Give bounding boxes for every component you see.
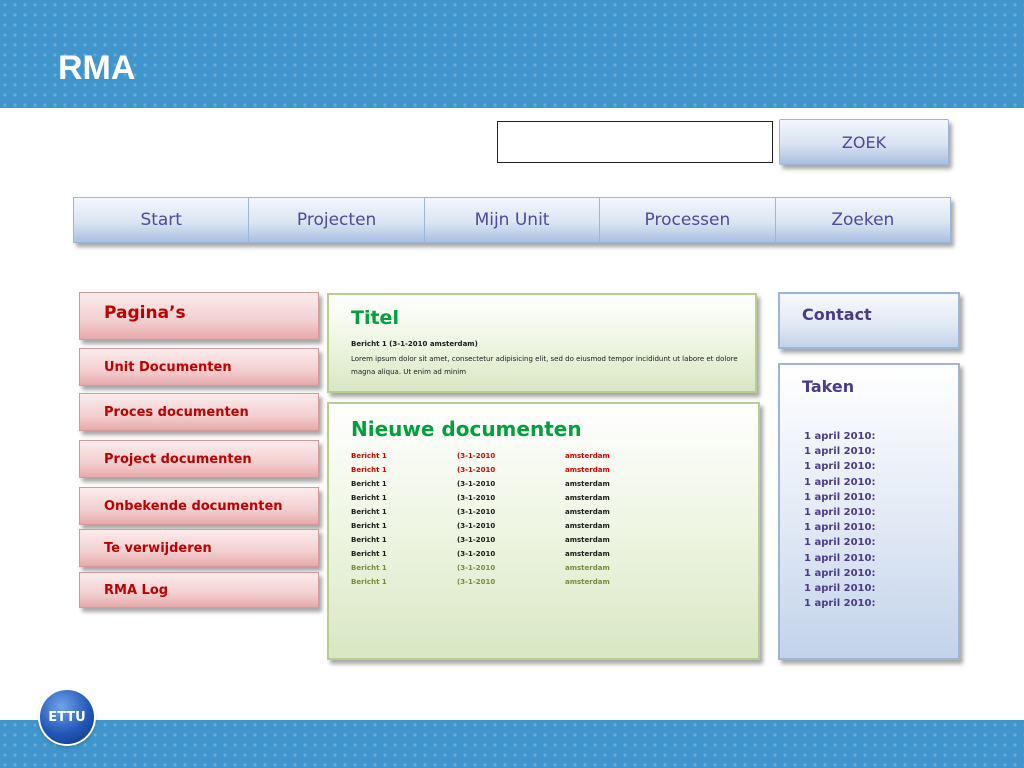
- sidebar-item-proces-documenten[interactable]: Proces documenten: [79, 393, 319, 431]
- doc-date: (3-1-2010: [457, 494, 496, 502]
- task-item[interactable]: 1 april 2010:: [804, 551, 875, 566]
- task-item[interactable]: 1 april 2010:: [804, 535, 875, 550]
- nav-tab-mijn-unit[interactable]: Mijn Unit: [423, 197, 600, 243]
- doc-date: (3-1-2010: [457, 452, 496, 460]
- header-band: [0, 0, 1024, 108]
- doc-place: amsterdam: [565, 452, 610, 460]
- doc-name: Bericht 1: [351, 550, 387, 558]
- doc-name: Bericht 1: [351, 522, 387, 530]
- task-item[interactable]: 1 april 2010:: [804, 520, 875, 535]
- list-item[interactable]: Bericht 1 (3-1-2010 amsterdam: [351, 494, 651, 508]
- sidebar-item-onbekende-documenten[interactable]: Onbekende documenten: [79, 487, 319, 525]
- task-item[interactable]: 1 april 2010:: [804, 444, 875, 459]
- doc-date: (3-1-2010: [457, 536, 496, 544]
- task-item[interactable]: 1 april 2010:: [804, 475, 875, 490]
- doc-name: Bericht 1: [351, 452, 387, 460]
- new-documents-panel: Nieuwe documenten Bericht 1 (3-1-2010 am…: [327, 402, 760, 660]
- list-item[interactable]: Bericht 1 (3-1-2010 amsterdam: [351, 522, 651, 536]
- doc-place: amsterdam: [565, 494, 610, 502]
- article-body: Lorem ipsum dolor sit amet, consectetur …: [351, 355, 738, 376]
- doc-place: amsterdam: [565, 536, 610, 544]
- list-item[interactable]: Bericht 1 (3-1-2010 amsterdam: [351, 550, 651, 564]
- search-button[interactable]: ZOEK: [779, 119, 949, 165]
- doc-date: (3-1-2010: [457, 522, 496, 530]
- list-item[interactable]: Bericht 1 (3-1-2010 amsterdam: [351, 466, 651, 480]
- doc-name: Bericht 1: [351, 564, 387, 572]
- doc-name: Bericht 1: [351, 536, 387, 544]
- sidebar-item-rma-log[interactable]: RMA Log: [79, 572, 319, 608]
- task-item[interactable]: 1 april 2010:: [804, 459, 875, 474]
- task-item[interactable]: 1 april 2010:: [804, 429, 875, 444]
- doc-date: (3-1-2010: [457, 508, 496, 516]
- doc-date: (3-1-2010: [457, 578, 496, 586]
- list-item[interactable]: Bericht 1 (3-1-2010 amsterdam: [351, 480, 651, 494]
- doc-date: (3-1-2010: [457, 564, 496, 572]
- doc-name: Bericht 1: [351, 508, 387, 516]
- nav-tab-start[interactable]: Start: [73, 197, 249, 243]
- task-item[interactable]: 1 april 2010:: [804, 596, 875, 611]
- article-title: Titel: [351, 307, 399, 329]
- doc-place: amsterdam: [565, 466, 610, 474]
- doc-place: amsterdam: [565, 522, 610, 530]
- new-documents-title: Nieuwe documenten: [351, 417, 582, 441]
- contact-title: Contact: [802, 305, 872, 324]
- search-input[interactable]: [497, 121, 773, 163]
- doc-name: Bericht 1: [351, 480, 387, 488]
- footer-band: [0, 720, 1024, 768]
- sidebar-item-te-verwijderen[interactable]: Te verwijderen: [79, 529, 319, 567]
- tasks-title: Taken: [802, 377, 855, 396]
- nav-tab-processen[interactable]: Processen: [599, 197, 775, 243]
- tasks-list: 1 april 2010: 1 april 2010: 1 april 2010…: [804, 429, 875, 611]
- article-heading: Bericht 1 (3-1-2010 amsterdam): [351, 340, 478, 348]
- nav-tab-projecten[interactable]: Projecten: [248, 197, 424, 243]
- task-item[interactable]: 1 april 2010:: [804, 505, 875, 520]
- doc-place: amsterdam: [565, 550, 610, 558]
- doc-date: (3-1-2010: [457, 480, 496, 488]
- task-item[interactable]: 1 april 2010:: [804, 581, 875, 596]
- task-item[interactable]: 1 april 2010:: [804, 490, 875, 505]
- doc-date: (3-1-2010: [457, 466, 496, 474]
- doc-place: amsterdam: [565, 480, 610, 488]
- logo-text: ETTU: [48, 709, 86, 725]
- nav-tab-zoeken[interactable]: Zoeken: [774, 197, 952, 243]
- page-title: RMA: [58, 49, 136, 87]
- doc-name: Bericht 1: [351, 494, 387, 502]
- list-item[interactable]: Bericht 1 (3-1-2010 amsterdam: [351, 452, 651, 466]
- sidebar-header: Pagina’s: [79, 292, 319, 340]
- list-item[interactable]: Bericht 1 (3-1-2010 amsterdam: [351, 508, 651, 522]
- sidebar-item-project-documenten[interactable]: Project documenten: [79, 440, 319, 478]
- doc-place: amsterdam: [565, 578, 610, 586]
- article-panel: Titel Bericht 1 (3-1-2010 amsterdam) Lor…: [327, 293, 757, 393]
- doc-name: Bericht 1: [351, 578, 387, 586]
- ettu-logo: ETTU: [40, 690, 94, 744]
- task-item[interactable]: 1 april 2010:: [804, 566, 875, 581]
- doc-name: Bericht 1: [351, 466, 387, 474]
- sidebar-item-unit-documenten[interactable]: Unit Documenten: [79, 348, 319, 386]
- list-item[interactable]: Bericht 1 (3-1-2010 amsterdam: [351, 564, 651, 578]
- main-nav: Start Projecten Mijn Unit Processen Zoek…: [73, 197, 952, 243]
- list-item[interactable]: Bericht 1 (3-1-2010 amsterdam: [351, 578, 651, 592]
- doc-place: amsterdam: [565, 508, 610, 516]
- new-documents-list: Bericht 1 (3-1-2010 amsterdam Bericht 1 …: [351, 452, 651, 592]
- contact-panel[interactable]: Contact: [778, 292, 960, 349]
- tasks-panel: Taken 1 april 2010: 1 april 2010: 1 apri…: [778, 363, 960, 660]
- list-item[interactable]: Bericht 1 (3-1-2010 amsterdam: [351, 536, 651, 550]
- doc-place: amsterdam: [565, 564, 610, 572]
- doc-date: (3-1-2010: [457, 550, 496, 558]
